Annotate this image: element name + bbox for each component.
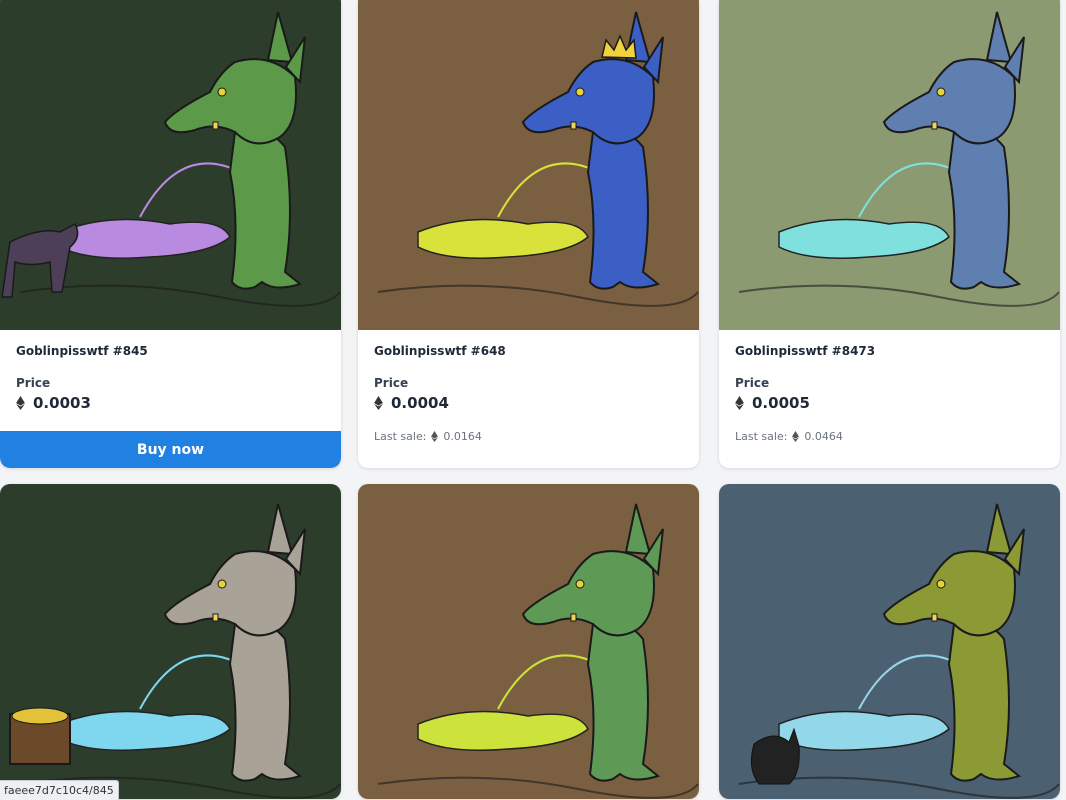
status-bar-url: faeee7d7c10c4/845 <box>0 780 119 800</box>
nft-image[interactable] <box>719 484 1060 799</box>
last-sale: Last sale: 0.0164 <box>374 430 482 443</box>
eth-icon <box>16 396 25 410</box>
nft-image[interactable] <box>719 0 1060 330</box>
nft-image[interactable] <box>358 0 699 330</box>
nft-name[interactable]: Goblinpisswtf #8473 <box>735 344 1044 358</box>
price-value: 0.0005 <box>752 394 810 412</box>
nft-name[interactable]: Goblinpisswtf #845 <box>16 344 325 358</box>
nft-name[interactable]: Goblinpisswtf #648 <box>374 344 683 358</box>
nft-card-8473[interactable]: Goblinpisswtf #8473 Price 0.0005 Last sa… <box>719 0 1060 468</box>
eth-icon <box>792 431 800 442</box>
nft-image[interactable] <box>358 484 699 799</box>
last-sale-label: Last sale: <box>374 430 427 443</box>
price-label: Price <box>374 376 409 390</box>
price-label: Price <box>16 376 51 390</box>
price-value: 0.0003 <box>33 394 91 412</box>
nft-image[interactable] <box>0 484 341 799</box>
last-sale-label: Last sale: <box>735 430 788 443</box>
nft-card-648[interactable]: Goblinpisswtf #648 Price 0.0004 Last sal… <box>358 0 699 468</box>
eth-icon <box>431 431 439 442</box>
nft-card[interactable] <box>358 484 699 799</box>
last-sale-value: 0.0464 <box>804 430 843 443</box>
price-label: Price <box>735 376 770 390</box>
price-value: 0.0004 <box>391 394 449 412</box>
nft-card[interactable] <box>719 484 1060 799</box>
nft-image[interactable] <box>0 0 341 330</box>
eth-icon <box>374 396 383 410</box>
eth-icon <box>735 396 744 410</box>
last-sale: Last sale: 0.0464 <box>735 430 843 443</box>
nft-card[interactable] <box>0 484 341 799</box>
nft-card-845[interactable]: Goblinpisswtf #845 Price 0.0003 Buy now <box>0 0 341 468</box>
buy-now-button[interactable]: Buy now <box>0 431 341 468</box>
last-sale-value: 0.0164 <box>443 430 482 443</box>
